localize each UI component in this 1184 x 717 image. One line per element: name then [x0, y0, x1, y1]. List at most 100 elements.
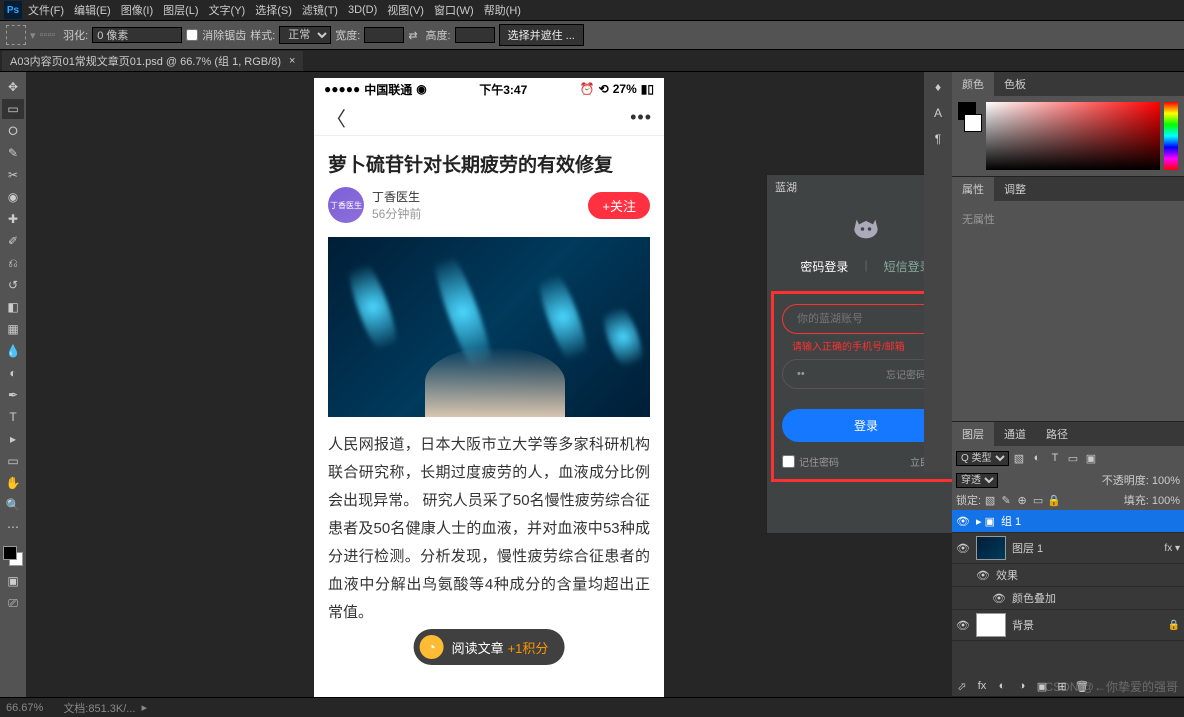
tab-color[interactable]: 颜色 [952, 72, 994, 96]
delete-layer-icon[interactable]: 🗑 [1074, 678, 1090, 694]
feather-input[interactable] [92, 27, 182, 43]
document-tab[interactable]: A03内容页01常规文章页01.psd @ 66.7% (组 1, RGB/8)… [2, 51, 303, 71]
layer-row-layer1[interactable]: 👁 图层 1 fx ▾ [952, 533, 1184, 564]
healing-tool[interactable]: ✚ [2, 209, 24, 229]
marquee-tool[interactable]: ▭ [2, 99, 24, 119]
menu-select[interactable]: 选择(S) [255, 2, 292, 18]
canvas-area[interactable]: ●●●●● 中国联通 ◉ 下午3:47 ⏰ ⟲ 27% ▮▯ 〈 ••• 萝卜硫… [26, 72, 952, 697]
pen-tool[interactable]: ✒ [2, 385, 24, 405]
quick-select-tool[interactable]: ✎ [2, 143, 24, 163]
layer-row-color-overlay[interactable]: 👁 颜色叠加 [952, 587, 1184, 610]
blend-mode-select[interactable]: 穿透 [956, 473, 998, 488]
color-picker-panel[interactable] [952, 96, 1184, 176]
article-image [328, 237, 650, 417]
shape-tool[interactable]: ▭ [2, 451, 24, 471]
visibility-icon[interactable]: 👁 [992, 592, 1008, 605]
lock-pixels-icon[interactable]: ✎ [999, 493, 1013, 507]
doc-info: 文档:851.3K/... [63, 700, 135, 716]
tab-swatches[interactable]: 色板 [994, 72, 1036, 96]
reading-reward-pill[interactable]: ◔ 阅读文章 +1积分 [414, 629, 565, 665]
filter-smart-icon[interactable]: ▣ [1083, 450, 1099, 466]
coin-icon: ◔ [420, 635, 444, 659]
tab-adjustments[interactable]: 调整 [994, 177, 1036, 201]
refine-edge-button[interactable]: 选择并遮住 ... [499, 24, 584, 46]
tab-paths[interactable]: 路径 [1036, 422, 1078, 446]
zoom-tool[interactable]: 🔍 [2, 495, 24, 515]
antialias-checkbox[interactable] [186, 29, 198, 41]
menu-edit[interactable]: 编辑(E) [74, 2, 111, 18]
menu-image[interactable]: 图像(I) [121, 2, 153, 18]
menu-window[interactable]: 窗口(W) [434, 2, 474, 18]
new-layer-icon[interactable]: ⊞ [1054, 678, 1070, 694]
width-input[interactable] [364, 27, 404, 43]
eraser-tool[interactable]: ◧ [2, 297, 24, 317]
visibility-icon[interactable]: 👁 [956, 542, 972, 555]
tab-channels[interactable]: 通道 [994, 422, 1036, 446]
menu-help[interactable]: 帮助(H) [484, 2, 521, 18]
edit-toolbar[interactable]: ⋯ [2, 517, 24, 537]
follow-button[interactable]: +关注 [588, 192, 650, 219]
filter-shape-icon[interactable]: ▭ [1065, 450, 1081, 466]
stamp-tool[interactable]: ⎌ [2, 253, 24, 273]
blur-tool[interactable]: 💧 [2, 341, 24, 361]
path-select-tool[interactable]: ▸ [2, 429, 24, 449]
tab-layers[interactable]: 图层 [952, 422, 994, 446]
menu-view[interactable]: 视图(V) [387, 2, 424, 18]
current-tool-icon[interactable] [6, 25, 26, 45]
new-adjustment-icon[interactable]: ◑ [1014, 678, 1030, 694]
quickmask-tool[interactable]: ▣ [2, 571, 24, 591]
menu-type[interactable]: 文字(Y) [209, 2, 246, 18]
zoom-label[interactable]: 66.67% [6, 702, 43, 714]
lock-artboard-icon[interactable]: ▭ [1031, 493, 1045, 507]
type-tool[interactable]: T [2, 407, 24, 427]
visibility-icon[interactable]: 👁 [956, 619, 972, 632]
tab-password-login[interactable]: 密码登录 [800, 258, 848, 279]
lasso-tool[interactable]: ⭘ [2, 121, 24, 141]
back-icon[interactable]: 〈 [326, 103, 346, 132]
close-tab-icon[interactable]: × [289, 55, 295, 67]
gradient-tool[interactable]: ▦ [2, 319, 24, 339]
tab-properties[interactable]: 属性 [952, 177, 994, 201]
layer-row-effects[interactable]: 👁 效果 [952, 564, 1184, 587]
lock-transparency-icon[interactable]: ▧ [983, 493, 997, 507]
menu-3d[interactable]: 3D(D) [348, 4, 377, 16]
remember-password-checkbox[interactable]: 记住密码 [782, 454, 839, 469]
layer-mask-icon[interactable]: ◐ [994, 678, 1010, 694]
crop-tool[interactable]: ✂ [2, 165, 24, 185]
menu-layer[interactable]: 图层(L) [163, 2, 198, 18]
menu-filter[interactable]: 滤镜(T) [302, 2, 338, 18]
dodge-tool[interactable]: ◐ [2, 363, 24, 383]
ps-logo: Ps [4, 1, 22, 19]
layer-style-icon[interactable]: fx [974, 678, 990, 694]
more-icon[interactable]: ••• [630, 107, 652, 128]
filter-adjust-icon[interactable]: ◐ [1029, 450, 1045, 466]
character-panel-icon[interactable]: A [927, 102, 949, 124]
filter-pixel-icon[interactable]: ▧ [1011, 450, 1027, 466]
link-layers-icon[interactable]: ⬀ [954, 678, 970, 694]
new-group-icon[interactable]: ▣ [1034, 678, 1050, 694]
screenmode-tool[interactable]: ⎚ [2, 593, 24, 613]
time-label: 下午3:47 [479, 81, 527, 98]
height-label: 高度: [426, 27, 451, 43]
filter-type-icon[interactable]: T [1047, 450, 1063, 466]
layer-row-group1[interactable]: 👁 ▸ ▣ 组 1 [952, 510, 1184, 533]
history-panel-icon[interactable]: ♦ [927, 76, 949, 98]
visibility-icon[interactable]: 👁 [976, 569, 992, 582]
layer-filter-kind[interactable]: Q 类型 [956, 451, 1009, 466]
author-avatar[interactable]: 丁香医生 [328, 187, 364, 223]
color-swatch[interactable] [3, 546, 23, 566]
height-input[interactable] [455, 27, 495, 43]
layer-row-background[interactable]: 👁 背景 🔒 [952, 610, 1184, 641]
move-tool[interactable]: ✥ [2, 77, 24, 97]
lock-position-icon[interactable]: ⊕ [1015, 493, 1029, 507]
paragraph-panel-icon[interactable]: ¶ [927, 128, 949, 150]
brush-tool[interactable]: ✐ [2, 231, 24, 251]
style-select[interactable]: 正常 [279, 26, 331, 44]
eyedropper-tool[interactable]: ◉ [2, 187, 24, 207]
history-brush-tool[interactable]: ↺ [2, 275, 24, 295]
visibility-icon[interactable]: 👁 [956, 515, 972, 528]
hand-tool[interactable]: ✋ [2, 473, 24, 493]
menu-file[interactable]: 文件(F) [28, 2, 64, 18]
lock-all-icon[interactable]: 🔒 [1047, 493, 1061, 507]
carrier-label: 中国联通 [364, 81, 412, 98]
